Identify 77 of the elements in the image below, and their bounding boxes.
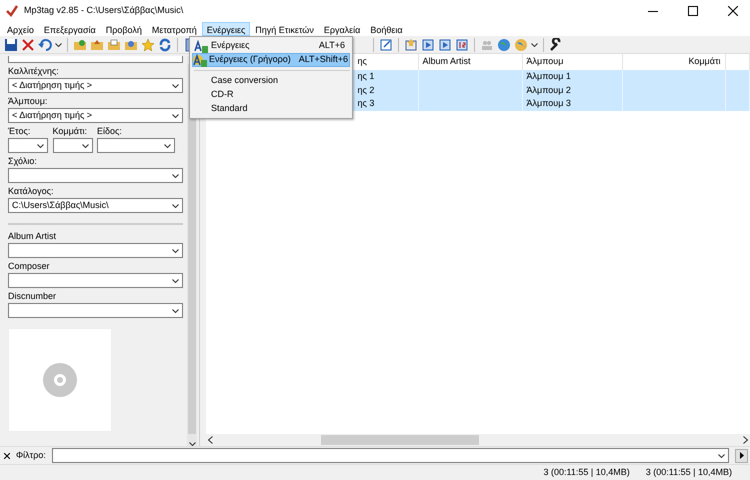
combo-box[interactable]: [8, 273, 183, 288]
table-cell: ης 1: [358, 71, 374, 81]
tag-export-icon[interactable]: [438, 38, 452, 52]
star-icon[interactable]: [141, 38, 155, 52]
table-cell: Άλμπουμ 3: [526, 98, 571, 108]
folder-icon[interactable]: [107, 38, 121, 52]
table-cell: Άλμπουμ 2: [526, 84, 571, 94]
combo-box[interactable]: [8, 168, 183, 183]
play-icon: [740, 452, 744, 459]
field-label: Καλλιτέχνης:: [8, 65, 60, 78]
maximize-icon: [688, 6, 698, 16]
combo-box[interactable]: [8, 243, 183, 258]
status-text: 3 (00:11:55 | 10,4MB): [646, 466, 732, 479]
combo-box[interactable]: < Διατήρηση τιμής >: [8, 78, 183, 93]
apply-filter-button[interactable]: [735, 448, 748, 462]
combo-box[interactable]: < Διατήρηση τιμής >: [8, 108, 183, 123]
close-icon[interactable]: [4, 452, 10, 458]
menu-item[interactable]: Βοήθεια: [365, 22, 408, 36]
menu-item[interactable]: CD-R: [192, 88, 350, 102]
menu-item[interactable]: Μετατροπή: [146, 22, 202, 36]
refresh-icon[interactable]: [158, 38, 172, 52]
menu-item[interactable]: Ενέργειες ALT+6: [192, 39, 350, 53]
combo-box[interactable]: [97, 138, 175, 153]
combo-box[interactable]: [8, 138, 48, 153]
menu-item[interactable]: Case conversion: [192, 74, 350, 88]
table-cell: ης 3: [358, 98, 374, 108]
tag-export-icon[interactable]: [421, 38, 435, 52]
filter-label: Φίλτρο:: [16, 448, 46, 462]
combo-box[interactable]: [52, 138, 92, 153]
field-label: Composer: [8, 260, 51, 273]
filter-field[interactable]: [52, 448, 729, 463]
menu-item[interactable]: Προβολή: [100, 22, 147, 36]
combo-value: < Διατήρηση τιμής >: [12, 78, 94, 92]
letters-icon: [194, 40, 208, 52]
column-header[interactable]: Άλμπουμ: [522, 54, 622, 70]
disc-icon: [42, 362, 78, 398]
status-text: 3 (00:11:55 | 10,4MB): [544, 466, 630, 479]
field-label: Κομμάτι:: [52, 125, 88, 138]
menu-item[interactable]: Επεξεργασία: [38, 22, 101, 36]
wrench-icon[interactable]: [549, 38, 563, 52]
folder-icon[interactable]: [90, 38, 104, 52]
menu-item[interactable]: Πηγή Ετικετών: [250, 22, 319, 36]
horizontal-scrollbar[interactable]: [206, 434, 750, 446]
field-label: Κατάλογος:: [8, 185, 54, 198]
field-label: Έτος:: [8, 125, 32, 138]
column-header[interactable]: Album Artist: [418, 54, 522, 70]
folder-icon[interactable]: [73, 38, 87, 52]
close-icon: [728, 6, 738, 16]
field-label: Άλμπουμ:: [8, 95, 48, 108]
combo-value: C:\Users\Σάββας\Music\: [12, 198, 110, 212]
delete-icon[interactable]: [21, 38, 35, 52]
combo-box[interactable]: C:\Users\Σάββας\Music\: [8, 198, 183, 213]
undo-icon[interactable]: [38, 38, 52, 52]
window-title: Mp3tag v2.85 - C:\Users\Σάββας\Music\: [24, 4, 184, 18]
edit-icon[interactable]: [379, 38, 393, 52]
table-cell: ης 2: [358, 84, 374, 94]
field-label: Σχόλιο:: [8, 155, 38, 168]
column-header[interactable]: Κομμάτι: [622, 54, 725, 70]
checkmark-logo-icon: [6, 5, 18, 17]
menu-item[interactable]: Standard: [192, 102, 350, 116]
table-cell: Άλμπουμ 1: [526, 71, 571, 81]
numbering-icon[interactable]: [455, 38, 469, 52]
import-icon[interactable]: [404, 38, 418, 52]
letters-lightning-icon: [193, 54, 207, 66]
field-label: Discnumber: [8, 290, 58, 303]
menu-item[interactable]: Ενέργειες (Γρήγορο) ALT+Shift+6: [192, 53, 350, 67]
globe-icon[interactable]: [497, 38, 511, 52]
menu-item[interactable]: Εργαλεία: [318, 22, 366, 36]
combo-box[interactable]: [8, 303, 183, 318]
field-label: Album Artist: [8, 230, 58, 243]
menu-item[interactable]: Ενέργειες: [202, 22, 250, 36]
save-icon[interactable]: [4, 38, 18, 52]
menu-item[interactable]: Αρχείο: [2, 22, 39, 36]
field-label: Είδος:: [97, 125, 123, 138]
combo-value: < Διατήρηση τιμής >: [12, 108, 94, 122]
scroll-right-icon: [743, 436, 748, 444]
scroll-left-icon: [208, 436, 213, 444]
